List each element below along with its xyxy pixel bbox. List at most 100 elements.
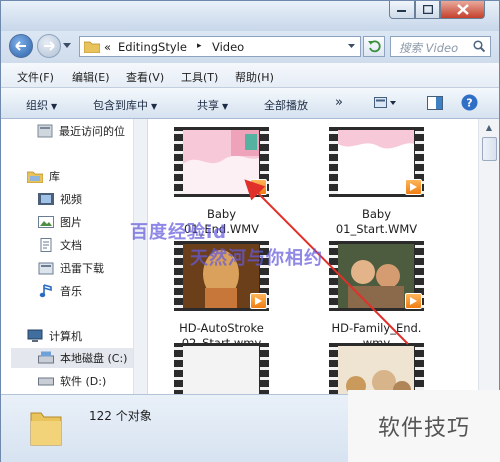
scroll-up-button[interactable]: ▲ [479, 119, 499, 135]
nav-software-d-label: 软件 (D:) [60, 375, 107, 388]
chevron-down-icon: ▼ [51, 102, 58, 111]
nav-music[interactable]: 音乐 [38, 281, 82, 301]
minimize-icon [397, 9, 406, 12]
scroll-thumb[interactable] [482, 137, 497, 161]
recent-locations-dropdown[interactable] [63, 43, 71, 48]
maximize-button[interactable] [415, 1, 440, 19]
brand-watermark: 软件技巧 [348, 390, 500, 462]
nav-music-label: 音乐 [60, 285, 82, 298]
change-view-button[interactable] [374, 97, 398, 109]
nav-pictures[interactable]: 图片 [38, 212, 82, 232]
film-strip [174, 343, 183, 394]
nav-recent-places[interactable]: 最近访问的位 [37, 121, 125, 141]
documents-icon [38, 238, 54, 252]
computer-icon [27, 329, 43, 343]
nav-computer-label: 计算机 [49, 330, 82, 343]
search-icon[interactable] [473, 40, 485, 52]
watermark-line-1: 百度经验id [130, 222, 228, 243]
film-strip [329, 241, 338, 311]
thumbnail-frame [338, 346, 414, 394]
address-prefix[interactable]: « [104, 40, 111, 54]
file-tile[interactable] [158, 343, 298, 394]
search-box[interactable]: 搜索 Video [390, 36, 491, 57]
nav-videos-label: 视频 [60, 193, 82, 206]
video-thumbnail [329, 343, 424, 394]
library-icon [27, 169, 43, 183]
address-row: « EditingStyle ▸ Video 搜索 Video [1, 31, 499, 63]
chevron-down-icon [63, 43, 71, 48]
organize-label: 组织 [26, 99, 48, 112]
menu-file[interactable]: 文件(F) [17, 69, 54, 85]
refresh-button[interactable] [363, 36, 385, 57]
nav-recent-label: 最近访问的位 [59, 125, 125, 138]
preview-pane-icon [427, 96, 443, 110]
item-count: 122 个对象 [89, 409, 152, 423]
thumbnail-frame [183, 130, 259, 194]
media-player-icon [250, 293, 267, 309]
nav-local-c-label: 本地磁盘 (C:) [60, 352, 128, 365]
forward-button[interactable] [37, 34, 61, 58]
svg-text:?: ? [466, 97, 472, 110]
address-dropdown-icon[interactable] [348, 44, 355, 48]
nav-computer[interactable]: 计算机 [27, 326, 82, 346]
downloads-folder-icon [38, 261, 54, 275]
pictures-icon [38, 215, 54, 229]
menu-help[interactable]: 帮助(H) [235, 69, 274, 85]
breadcrumb-editingstyle[interactable]: EditingStyle [118, 40, 187, 54]
navigation-pane: 最近访问的位 库 视频 图片 文档 迅雷下载 音乐 计算机 本地磁盘 (C:) … [1, 119, 148, 394]
file-name: Baby 01_Start.WMV [335, 207, 418, 236]
close-icon [456, 4, 469, 15]
search-placeholder[interactable]: 搜索 Video [399, 40, 458, 56]
nav-libraries-label: 库 [49, 170, 60, 183]
nav-software-d[interactable]: 软件 (D:) [38, 371, 106, 391]
nav-libraries[interactable]: 库 [27, 166, 60, 186]
file-tile[interactable]: Baby 01_Start.WMV [313, 127, 453, 247]
share-label: 共享 [197, 99, 219, 112]
nav-local-disk-c[interactable]: 本地磁盘 (C:) [11, 348, 133, 368]
navigation-scrollbar[interactable] [133, 119, 147, 394]
nav-videos[interactable]: 视频 [38, 189, 82, 209]
preview-pane-button[interactable] [427, 96, 443, 110]
command-bar: 组织 ▼ 包含到库中 ▼ 共享 ▼ 全部播放 » ? [1, 88, 499, 119]
forward-arrow-icon [44, 41, 55, 51]
breadcrumb-video[interactable]: Video [212, 40, 244, 54]
nav-documents[interactable]: 文档 [38, 235, 82, 255]
close-button[interactable] [440, 1, 485, 19]
drive-d-icon [38, 374, 54, 388]
help-button[interactable]: ? [461, 94, 478, 111]
share-button[interactable]: 共享 ▼ [197, 97, 228, 113]
breadcrumb-separator: ▸ [197, 41, 202, 51]
chevron-down-icon: ▼ [222, 102, 229, 111]
menu-tools[interactable]: 工具(T) [181, 69, 218, 85]
thumbnail-frame [338, 130, 414, 194]
address-bar[interactable]: « EditingStyle ▸ Video [79, 36, 361, 57]
film-strip [174, 127, 183, 197]
film-strip [260, 343, 269, 394]
play-all-button[interactable]: 全部播放 [264, 97, 308, 113]
minimize-button[interactable] [389, 1, 415, 19]
back-arrow-icon [15, 41, 26, 51]
organize-button[interactable]: 组织 ▼ [26, 97, 57, 113]
include-label: 包含到库中 [93, 99, 148, 112]
video-thumbnail [329, 241, 424, 311]
nav-thunder-label: 迅雷下载 [60, 262, 104, 275]
film-strip [174, 241, 183, 311]
menu-edit[interactable]: 编辑(E) [72, 69, 110, 85]
watermark-line-2: 天然河与你相约 [190, 248, 323, 269]
menu-view[interactable]: 查看(V) [126, 69, 164, 85]
nav-documents-label: 文档 [60, 239, 82, 252]
maximize-icon [422, 5, 433, 14]
back-button[interactable] [9, 34, 33, 58]
film-strip [329, 343, 338, 394]
nav-pictures-label: 图片 [60, 216, 82, 229]
file-tile[interactable] [313, 343, 453, 394]
film-strip [329, 127, 338, 197]
view-icon [374, 97, 396, 108]
include-in-library-button[interactable]: 包含到库中 ▼ [93, 97, 157, 113]
music-icon [38, 284, 54, 298]
nav-thunder-downloads[interactable]: 迅雷下载 [38, 258, 104, 278]
film-strip [415, 343, 424, 394]
content-scrollbar[interactable]: ▲ [478, 119, 499, 394]
folder-icon [30, 412, 62, 446]
more-commands-button[interactable]: » [335, 95, 343, 110]
